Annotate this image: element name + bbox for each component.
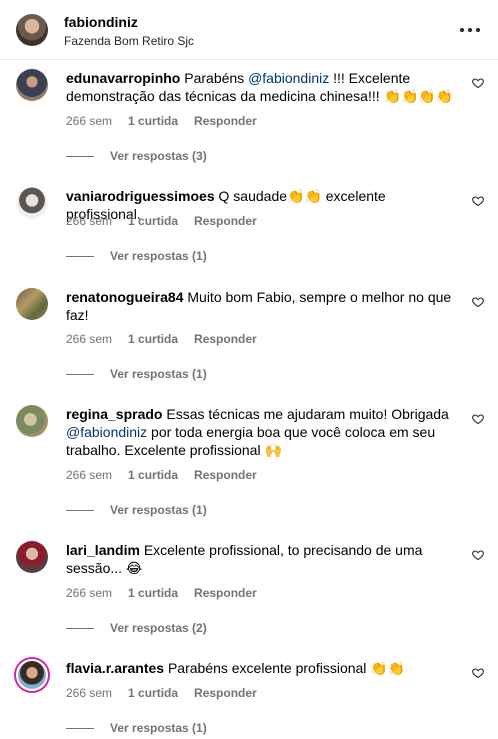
- comment-likes[interactable]: 1 curtida: [128, 332, 178, 346]
- view-replies-label: Ver respostas (2): [110, 621, 207, 635]
- commenter-username[interactable]: vaniarodriguessimoes: [66, 188, 215, 204]
- comment-meta: 266 sem 1 curtida Responder: [66, 332, 257, 346]
- comment-body: Parabéns excelente profissional 👏👏: [167, 660, 406, 676]
- heart-icon[interactable]: [472, 77, 484, 89]
- comment-likes[interactable]: 1 curtida: [128, 586, 178, 600]
- view-replies-label: Ver respostas (1): [110, 721, 207, 735]
- view-replies-button[interactable]: Ver respostas (1): [66, 249, 207, 263]
- divider-line: [66, 373, 94, 375]
- commenter-avatar[interactable]: [16, 541, 48, 573]
- reply-button[interactable]: Responder: [194, 468, 257, 482]
- commenter-username[interactable]: lari_landim: [66, 542, 140, 558]
- commenter-username[interactable]: renatonogueira84: [66, 289, 183, 305]
- reply-button[interactable]: Responder: [194, 114, 257, 128]
- comment-time: 266 sem: [66, 214, 113, 228]
- view-replies-button[interactable]: Ver respostas (1): [66, 367, 207, 381]
- comment-text: renatonogueira84 Muito bom Fabio, sempre…: [66, 288, 456, 324]
- commenter-avatar[interactable]: [16, 405, 48, 437]
- comment-body: Parabéns: [184, 70, 249, 86]
- comment-text: flavia.r.arantes Parabéns excelente prof…: [66, 659, 456, 677]
- view-replies-button[interactable]: Ver respostas (2): [66, 621, 207, 635]
- heart-icon[interactable]: [472, 549, 484, 561]
- comment-meta: 266 sem 1 curtida Responder: [66, 586, 257, 600]
- divider-line: [66, 509, 94, 511]
- heart-icon[interactable]: [472, 296, 484, 308]
- mention-link[interactable]: @fabiondiniz: [66, 424, 147, 440]
- comment-likes[interactable]: 1 curtida: [128, 214, 178, 228]
- divider-line: [66, 727, 94, 729]
- comment-text: regina_sprado Essas técnicas me ajudaram…: [66, 405, 456, 459]
- author-avatar[interactable]: [16, 14, 48, 46]
- author-username[interactable]: fabiondiniz: [64, 14, 138, 30]
- commenter-username[interactable]: edunavarropinho: [66, 70, 180, 86]
- reply-button[interactable]: Responder: [194, 586, 257, 600]
- comment-text: lari_landim Excelente profissional, to p…: [66, 541, 456, 577]
- comment-likes[interactable]: 1 curtida: [128, 468, 178, 482]
- commenter-avatar[interactable]: [14, 657, 50, 693]
- view-replies-button[interactable]: Ver respostas (1): [66, 721, 207, 735]
- view-replies-label: Ver respostas (1): [110, 367, 207, 381]
- view-replies-label: Ver respostas (1): [110, 249, 207, 263]
- reply-button[interactable]: Responder: [194, 214, 257, 228]
- more-options-icon[interactable]: [460, 22, 480, 38]
- heart-icon[interactable]: [472, 195, 484, 207]
- divider-line: [66, 255, 94, 257]
- reply-button[interactable]: Responder: [194, 686, 257, 700]
- post-location[interactable]: Fazenda Bom Retiro Sjc: [64, 34, 194, 48]
- view-replies-button[interactable]: Ver respostas (3): [66, 149, 207, 163]
- comment-meta: 266 sem 1 curtida Responder: [66, 686, 257, 700]
- mention-link[interactable]: @fabiondiniz: [248, 70, 329, 86]
- commenter-username[interactable]: flavia.r.arantes: [66, 660, 164, 676]
- comment-likes[interactable]: 1 curtida: [128, 114, 178, 128]
- comment-text: edunavarropinho Parabéns @fabiondiniz !!…: [66, 69, 456, 105]
- comment-time: 266 sem: [66, 114, 113, 128]
- heart-icon[interactable]: [472, 667, 484, 679]
- view-replies-label: Ver respostas (3): [110, 149, 207, 163]
- comment-body: Essas técnicas me ajudaram muito! Obriga…: [166, 406, 449, 422]
- divider-line: [66, 627, 94, 629]
- commenter-username[interactable]: regina_sprado: [66, 406, 162, 422]
- comment-meta: 266 sem 1 curtida Responder: [66, 468, 257, 482]
- reply-button[interactable]: Responder: [194, 332, 257, 346]
- comment-time: 266 sem: [66, 468, 113, 482]
- view-replies-label: Ver respostas (1): [110, 503, 207, 517]
- comment-meta: 266 sem 1 curtida Responder: [66, 214, 257, 228]
- commenter-avatar[interactable]: [16, 69, 48, 101]
- divider-line: [66, 155, 94, 157]
- view-replies-button[interactable]: Ver respostas (1): [66, 503, 207, 517]
- comment-likes[interactable]: 1 curtida: [128, 686, 178, 700]
- commenter-avatar[interactable]: [16, 187, 48, 219]
- comment-time: 266 sem: [66, 332, 113, 346]
- heart-icon[interactable]: [472, 413, 484, 425]
- comment-meta: 266 sem 1 curtida Responder: [66, 114, 257, 128]
- post-header: fabiondiniz Fazenda Bom Retiro Sjc: [0, 0, 498, 60]
- comment-time: 266 sem: [66, 686, 113, 700]
- commenter-avatar[interactable]: [16, 288, 48, 320]
- comment-time: 266 sem: [66, 586, 113, 600]
